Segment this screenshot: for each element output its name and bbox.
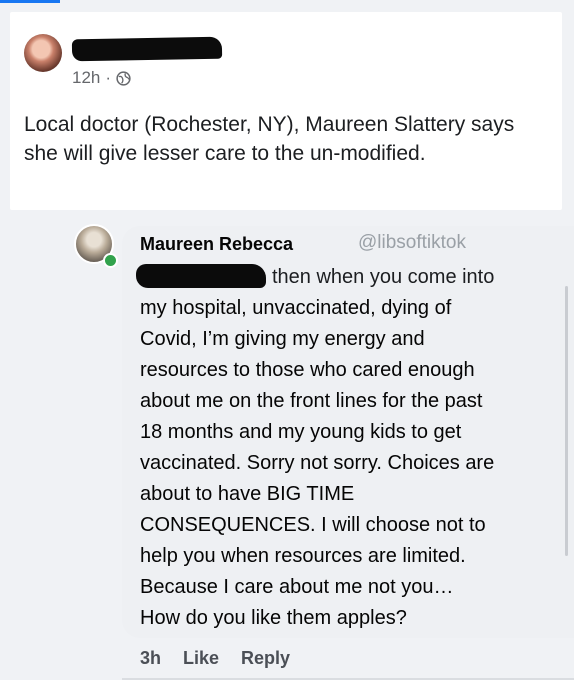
post-author-name-redacted <box>71 36 223 62</box>
comment-line: my hospital, unvaccinated, dying of <box>140 297 452 319</box>
comment-line: 18 months and my young kids to get <box>140 421 462 443</box>
post-body-text: Local doctor (Rochester, NY), Maureen Sl… <box>24 113 515 165</box>
comment-line: Because I care about me not you… <box>140 576 454 598</box>
comment-body-text: my hospital, unvaccinated, dying of Covi… <box>140 293 570 634</box>
post-meta: 12h · <box>72 68 131 88</box>
comment-line: about me on the front lines for the past <box>140 390 483 412</box>
post-timestamp[interactable]: 12h <box>72 68 100 88</box>
comment-scrollbar[interactable] <box>565 286 568 556</box>
comment-line: CONSEQUENCES. I will choose not to <box>140 514 486 536</box>
comment-line: Covid, I’m giving my energy and <box>140 328 425 350</box>
globe-icon[interactable] <box>116 70 131 86</box>
comment-line: help you when resources are limited. <box>140 545 466 567</box>
comment-first-line: then when you come into <box>272 266 495 288</box>
top-accent-bar <box>0 0 60 3</box>
online-status-icon <box>103 253 118 268</box>
comment-author-name[interactable]: Maureen Rebecca <box>140 234 293 255</box>
comment-bubble: Maureen Rebecca @libsoftiktok then when … <box>122 226 574 638</box>
comment-line: How do you like them apples? <box>140 607 407 629</box>
watermark-handle: @libsoftiktok <box>358 232 466 253</box>
post-author-avatar[interactable] <box>24 34 62 72</box>
comment-line: resources to those who cared enough <box>140 359 475 381</box>
comment-line: vaccinated. Sorry not sorry. Choices are <box>140 452 495 474</box>
comment-timestamp[interactable]: 3h <box>140 648 161 669</box>
comment-line: about to have BIG TIME <box>140 483 355 505</box>
meta-separator: · <box>105 68 112 87</box>
comment-actions: 3h Like Reply <box>140 648 290 669</box>
mention-redacted <box>136 264 266 288</box>
like-button[interactable]: Like <box>183 648 219 669</box>
reply-button[interactable]: Reply <box>241 648 290 669</box>
post-card: 12h · Local doctor (Rochester, NY), Maur… <box>10 12 562 210</box>
